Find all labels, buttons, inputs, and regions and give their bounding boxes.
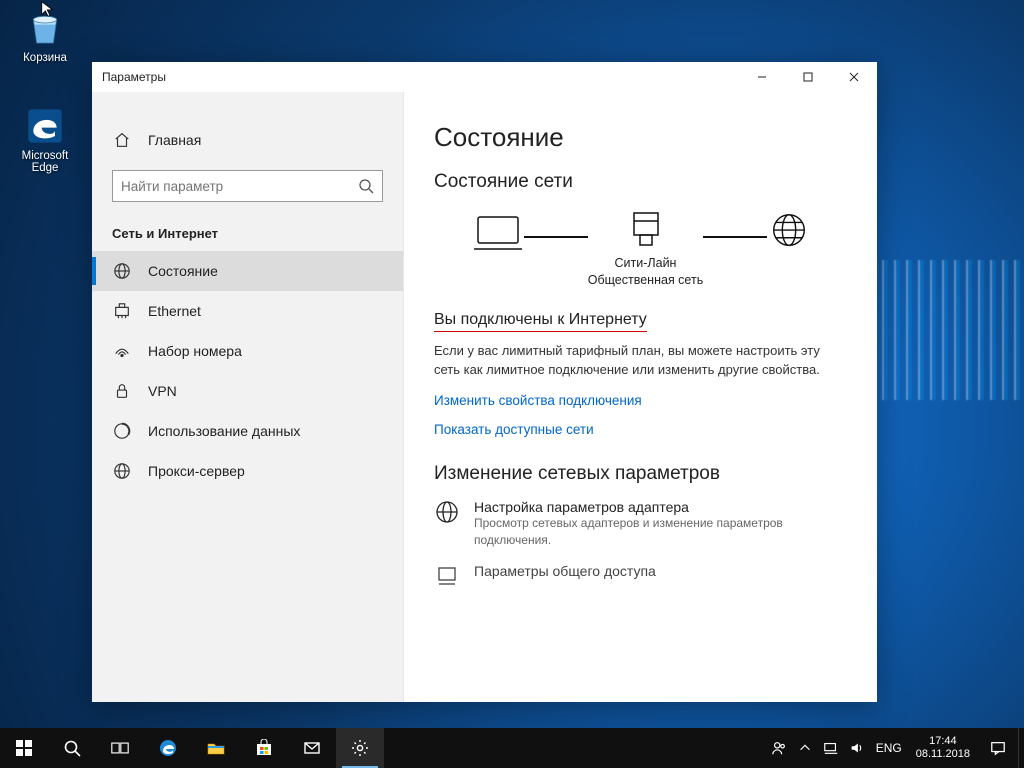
sidebar-item-label: Набор номера — [148, 343, 242, 359]
option-adapter-settings[interactable]: Настройка параметров адаптера Просмотр с… — [434, 499, 849, 549]
router-icon: Сити-Лайн Общественная сеть — [588, 207, 703, 289]
network-type: Общественная сеть — [588, 272, 703, 289]
tray-people[interactable] — [766, 728, 792, 768]
tray-action-center[interactable] — [978, 740, 1018, 756]
sidebar-item-label: VPN — [148, 383, 177, 399]
tray-clock[interactable]: 17:44 08.11.2018 — [908, 735, 978, 761]
sidebar-home[interactable]: Главная — [92, 120, 403, 160]
sidebar-item-label: Прокси-сервер — [148, 463, 245, 479]
search-icon — [358, 178, 374, 194]
main-pane: Состояние Состояние сети Сити-Лайн Общес… — [404, 92, 877, 702]
tray-date: 08.11.2018 — [916, 748, 970, 761]
maximize-button[interactable] — [785, 62, 831, 92]
taskbar: ENG 17:44 08.11.2018 — [0, 728, 1024, 768]
sidebar-item-label: Ethernet — [148, 303, 201, 319]
connected-heading: Вы подключены к Интернету — [434, 311, 647, 332]
sidebar-item-proxy[interactable]: Прокси-сервер — [92, 451, 403, 491]
sidebar-group-title: Сеть и Интернет — [92, 220, 403, 251]
adapter-icon — [434, 499, 460, 525]
option-title: Настройка параметров адаптера — [474, 499, 844, 515]
titlebar[interactable]: Параметры — [92, 62, 877, 92]
option-title: Параметры общего доступа — [474, 563, 656, 579]
recycle-bin-icon — [25, 8, 65, 48]
proxy-icon — [112, 461, 132, 481]
desktop-icon-edge[interactable]: Microsoft Edge — [8, 106, 82, 174]
sharing-icon — [434, 563, 460, 589]
close-button[interactable] — [831, 62, 877, 92]
ethernet-icon — [112, 301, 132, 321]
page-title: Состояние — [434, 122, 849, 153]
tray-network-icon[interactable] — [818, 728, 844, 768]
change-network-settings-heading: Изменение сетевых параметров — [434, 463, 849, 485]
home-icon — [112, 130, 132, 150]
desktop-icon-label: Microsoft Edge — [8, 150, 82, 174]
search-input[interactable] — [121, 179, 358, 194]
taskbar-mail[interactable] — [288, 728, 336, 768]
sidebar-item-vpn[interactable]: VPN — [92, 371, 403, 411]
tray-chevron-up-icon[interactable] — [792, 728, 818, 768]
taskbar-edge[interactable] — [144, 728, 192, 768]
start-button[interactable] — [0, 728, 48, 768]
device-icon — [472, 211, 524, 285]
taskbar-file-explorer[interactable] — [192, 728, 240, 768]
window-title: Параметры — [102, 70, 166, 84]
search-button[interactable] — [48, 728, 96, 768]
sidebar-item-label: Использование данных — [148, 423, 300, 439]
link-change-connection-properties[interactable]: Изменить свойства подключения — [434, 393, 849, 408]
network-diagram: Сити-Лайн Общественная сеть — [434, 207, 849, 289]
dialup-icon — [112, 341, 132, 361]
taskbar-settings[interactable] — [336, 728, 384, 768]
connected-body: Если у вас лимитный тарифный план, вы мо… — [434, 342, 844, 380]
taskbar-store[interactable] — [240, 728, 288, 768]
sidebar-item-status[interactable]: Состояние — [92, 251, 403, 291]
show-desktop-button[interactable] — [1018, 728, 1024, 768]
link-show-available-networks[interactable]: Показать доступные сети — [434, 422, 849, 437]
sidebar-item-ethernet[interactable]: Ethernet — [92, 291, 403, 331]
tray-time: 17:44 — [916, 735, 970, 748]
minimize-button[interactable] — [739, 62, 785, 92]
status-icon — [112, 261, 132, 281]
sidebar-home-label: Главная — [148, 132, 201, 148]
desktop-icon-label: Корзина — [8, 52, 82, 64]
data-usage-icon — [112, 421, 132, 441]
sidebar: Главная Сеть и Интернет Состояние Ethern… — [92, 92, 404, 702]
sidebar-item-label: Состояние — [148, 263, 218, 279]
network-name: Сити-Лайн — [588, 255, 703, 272]
option-subtitle: Просмотр сетевых адаптеров и изменение п… — [474, 515, 844, 549]
vpn-icon — [112, 381, 132, 401]
search-box[interactable] — [112, 170, 383, 202]
tray-volume-icon[interactable] — [844, 728, 870, 768]
edge-icon — [25, 106, 65, 146]
sidebar-item-dialup[interactable]: Набор номера — [92, 331, 403, 371]
desktop-icon-recycle-bin[interactable]: Корзина — [8, 8, 82, 64]
tray-language[interactable]: ENG — [870, 741, 908, 755]
task-view-button[interactable] — [96, 728, 144, 768]
sidebar-item-data-usage[interactable]: Использование данных — [92, 411, 403, 451]
option-sharing-settings[interactable]: Параметры общего доступа — [434, 563, 849, 589]
network-status-heading: Состояние сети — [434, 171, 849, 193]
settings-window: Параметры Главная Сеть и Интернет Состоя… — [92, 62, 877, 702]
globe-icon — [767, 211, 811, 285]
